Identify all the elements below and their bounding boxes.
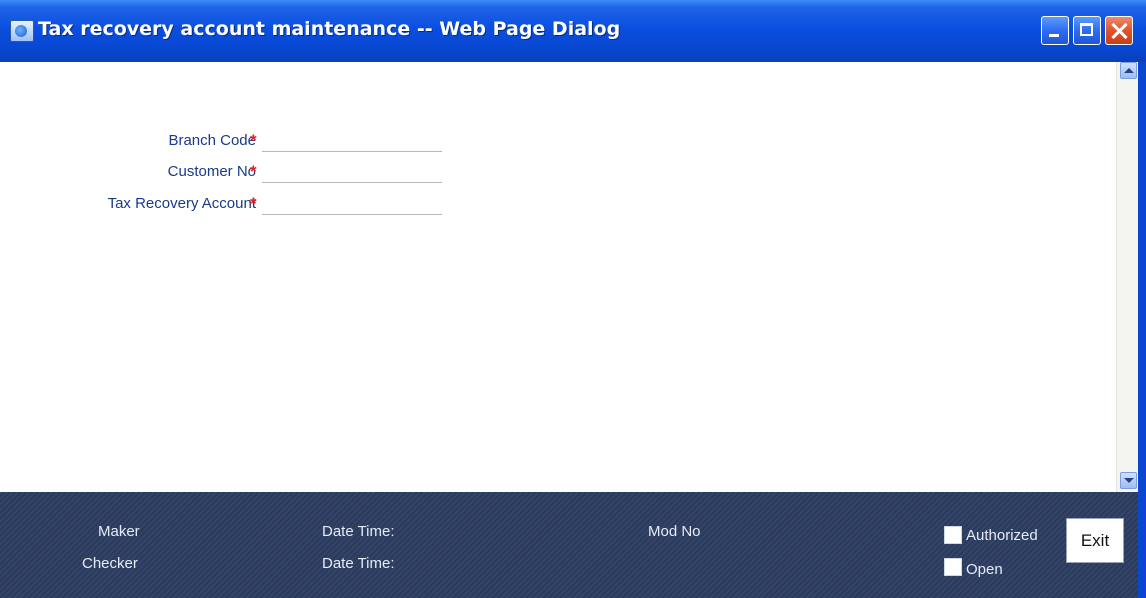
exit-button[interactable]: Exit [1066,518,1124,563]
required-marker: * [250,131,257,150]
close-button[interactable] [1105,16,1133,45]
dialog-window: Tax recovery account maintenance -- Web … [0,0,1146,598]
minimize-button[interactable] [1041,16,1069,45]
open-label: Open [966,561,1003,578]
maximize-button[interactable] [1073,16,1101,45]
tax-recovery-account-row: Tax Recovery Account * [0,191,442,217]
branch-code-row: Branch Code * [0,128,442,154]
tax-recovery-account-input[interactable] [262,191,442,215]
mod-no-label: Mod No [648,523,701,540]
maker-datetime-label: Date Time: [322,523,395,540]
authorized-checkbox[interactable] [944,526,962,544]
window-title: Tax recovery account maintenance -- Web … [38,18,621,40]
customer-no-row: Customer No * [0,159,442,185]
customer-no-label: Customer No [167,163,256,180]
customer-no-input[interactable] [262,159,442,183]
authorized-label: Authorized [966,527,1038,544]
tax-recovery-account-label: Tax Recovery Account [107,195,256,212]
ie-page-icon [10,20,34,42]
audit-footer: Maker Checker Date Time: Date Time: Mod … [0,492,1138,598]
scroll-down-button[interactable] [1120,472,1137,489]
form-area: Branch Code * Customer No * Tax Recovery… [0,62,1116,492]
branch-code-label: Branch Code [168,132,256,149]
checker-label: Checker [82,555,138,572]
required-marker: * [250,194,257,213]
checker-datetime-label: Date Time: [322,555,395,572]
scroll-up-button[interactable] [1120,62,1137,79]
maker-label: Maker [98,523,140,540]
window-border [1138,62,1146,598]
open-checkbox[interactable] [944,558,962,576]
title-bar[interactable]: Tax recovery account maintenance -- Web … [0,0,1146,63]
required-marker: * [250,162,257,181]
vertical-scrollbar[interactable] [1116,62,1139,492]
branch-code-input[interactable] [262,128,442,152]
